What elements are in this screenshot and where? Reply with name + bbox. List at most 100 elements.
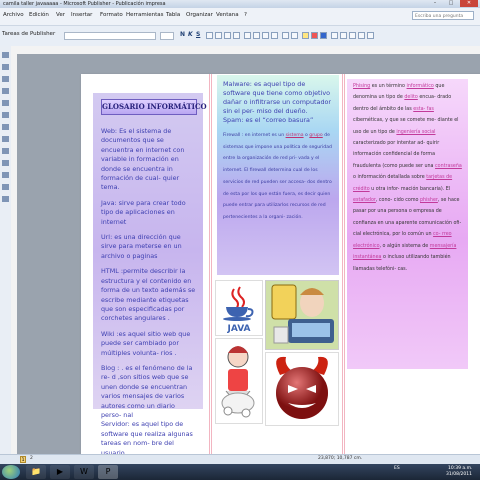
column-guide xyxy=(344,74,345,462)
shadow-style-icon[interactable] xyxy=(358,32,365,39)
dash-style-icon[interactable] xyxy=(340,32,347,39)
fill-color-icon[interactable] xyxy=(302,32,309,39)
media-player-taskbar-icon[interactable]: ▶ xyxy=(50,465,70,479)
font-name-select[interactable] xyxy=(64,32,156,40)
phishing-text: caracterizado por intentar ad- quirir in… xyxy=(353,141,440,169)
line-color-icon[interactable] xyxy=(311,32,318,39)
hyperlink[interactable]: Phising xyxy=(353,84,370,89)
computer-user-image[interactable] xyxy=(265,280,339,350)
document-canvas[interactable]: GLOSARIO INFORMÁTICO Web: Es el sistema … xyxy=(17,54,480,462)
align-right-icon[interactable] xyxy=(224,32,231,39)
glossary-text-box[interactable]: GLOSARIO INFORMÁTICO Web: Es el sistema … xyxy=(93,93,207,457)
clipart-tool-icon[interactable] xyxy=(2,112,9,118)
align-left-icon[interactable] xyxy=(206,32,213,39)
menu-herramientas[interactable]: Herramientas xyxy=(126,12,163,18)
3d-style-icon[interactable] xyxy=(367,32,374,39)
menu-help[interactable]: ? xyxy=(244,12,247,18)
menu-archivo[interactable]: Archivo xyxy=(3,12,24,18)
word-taskbar-icon[interactable]: W xyxy=(74,465,94,479)
decrease-indent-icon[interactable] xyxy=(262,32,269,39)
definition-phishing: Phising es un término informático que de… xyxy=(353,81,462,275)
hyperlink[interactable]: esta- fas xyxy=(413,107,434,112)
maximize-button[interactable]: □ xyxy=(444,0,458,7)
definition-blog: Blog : . es el fenómeno de la re- d ,son… xyxy=(101,363,193,419)
malware-text-box[interactable]: Malware: es aquel tipo de software que t… xyxy=(217,75,339,275)
hyperlink[interactable]: ingeniería social xyxy=(396,130,435,135)
menu-ventana[interactable]: Ventana xyxy=(216,12,239,18)
title-bar: camila taller javaaaaa - Microsoft Publi… xyxy=(0,0,480,8)
menu-organizar[interactable]: Organizar xyxy=(186,12,213,18)
start-button[interactable] xyxy=(2,465,20,479)
select-tool-icon[interactable] xyxy=(2,52,9,58)
definition-web: Web: Es el sistema de documentos que se … xyxy=(101,127,185,192)
clock-date[interactable]: 31/08/2011 xyxy=(446,472,472,477)
phishing-text-box[interactable]: Phising es un término informático que de… xyxy=(347,79,468,369)
phishing-text: o información detallada sobre xyxy=(353,175,427,181)
link-sistema[interactable]: sistema xyxy=(286,133,304,138)
menu-ver[interactable]: Ver xyxy=(56,12,65,18)
java-logo-image[interactable]: JAVA xyxy=(215,280,263,336)
align-center-icon[interactable] xyxy=(215,32,222,39)
menu-insertar[interactable]: Insertar xyxy=(71,12,92,18)
explorer-taskbar-icon[interactable]: 📁 xyxy=(26,465,46,479)
column-guide xyxy=(342,74,343,462)
table-tool-icon[interactable] xyxy=(2,76,9,82)
devil-image[interactable] xyxy=(265,352,339,426)
help-search-input[interactable]: Escriba una pregunta xyxy=(412,11,474,20)
column-guide xyxy=(209,74,210,462)
line-style-icon[interactable] xyxy=(331,32,338,39)
menu-formato[interactable]: Formato xyxy=(100,12,123,18)
menu-tabla[interactable]: Tabla xyxy=(166,12,180,18)
java-cup-icon: JAVA xyxy=(223,286,254,334)
hyperlink[interactable]: contraseña xyxy=(435,164,462,169)
bold-button[interactable]: N xyxy=(180,31,185,38)
bullets-icon[interactable] xyxy=(253,32,260,39)
publisher-taskbar-icon[interactable]: P xyxy=(98,465,118,479)
definition-url: Url: es una dirección que sirve para met… xyxy=(101,233,182,260)
publication-page[interactable]: GLOSARIO INFORMÁTICO Web: Es el sistema … xyxy=(81,74,480,462)
wordart-tool-icon[interactable] xyxy=(2,88,9,94)
cursor-position: 23,870; 10,787 cm. xyxy=(318,456,363,461)
italic-button[interactable]: K xyxy=(188,31,193,38)
hyperlink[interactable]: estafador xyxy=(353,198,376,203)
link-grupo[interactable]: grupo xyxy=(309,133,322,138)
task-pane-button[interactable]: Tareas de Publisher xyxy=(2,31,55,37)
autoshapes-tool-icon[interactable] xyxy=(2,172,9,178)
hotspot-tool-icon[interactable] xyxy=(2,184,9,190)
underline-button[interactable]: S xyxy=(196,31,200,38)
oval-tool-icon[interactable] xyxy=(2,148,9,154)
text-box-tool-icon[interactable] xyxy=(2,64,9,70)
font-color-icon[interactable] xyxy=(320,32,327,39)
hyperlink[interactable]: informático xyxy=(407,84,434,89)
close-button[interactable]: ✕ xyxy=(460,0,478,7)
font-size-down-icon[interactable] xyxy=(291,32,298,39)
formatting-toolbar: Tareas de Publisher N K S xyxy=(0,26,480,47)
hyperlink[interactable]: phisher xyxy=(420,198,438,203)
arrow-style-icon[interactable] xyxy=(349,32,356,39)
cartoon-person-icon xyxy=(221,346,255,418)
picture-tool-icon[interactable] xyxy=(2,100,9,106)
rectangle-tool-icon[interactable] xyxy=(2,160,9,166)
increase-indent-icon[interactable] xyxy=(271,32,278,39)
page-2-indicator[interactable]: 2 xyxy=(30,456,33,461)
cartoon-character-image[interactable] xyxy=(215,338,263,424)
justify-icon[interactable] xyxy=(233,32,240,39)
definition-servidor: Servidor: es aquel tipo de software que … xyxy=(101,420,193,457)
font-size-up-icon[interactable] xyxy=(282,32,289,39)
glossary-title: GLOSARIO INFORMÁTICO xyxy=(101,99,207,115)
phishing-text: u otra infor- mación bancaria). El xyxy=(369,186,451,192)
page-1-indicator[interactable]: 1 xyxy=(20,456,26,463)
menu-edicion[interactable]: Edición xyxy=(29,12,49,18)
design-gallery-icon[interactable] xyxy=(2,196,9,202)
taskbar: 📁 ▶ W P ES 10:39 a.m. 31/08/2011 xyxy=(0,464,480,480)
language-indicator[interactable]: ES xyxy=(394,466,400,471)
numbering-icon[interactable] xyxy=(244,32,251,39)
arrow-tool-icon[interactable] xyxy=(2,136,9,142)
hyperlink[interactable]: delito xyxy=(404,95,417,100)
line-tool-icon[interactable] xyxy=(2,124,9,130)
font-size-select[interactable] xyxy=(160,32,174,40)
clock-time[interactable]: 10:39 a.m. xyxy=(448,466,472,471)
menu-bar: Archivo Edición Ver Insertar Formato Her… xyxy=(0,8,480,26)
minimize-button[interactable]: – xyxy=(428,0,442,7)
definition-wiki: Wiki :es aquel sitio web que puede ser c… xyxy=(101,329,191,357)
